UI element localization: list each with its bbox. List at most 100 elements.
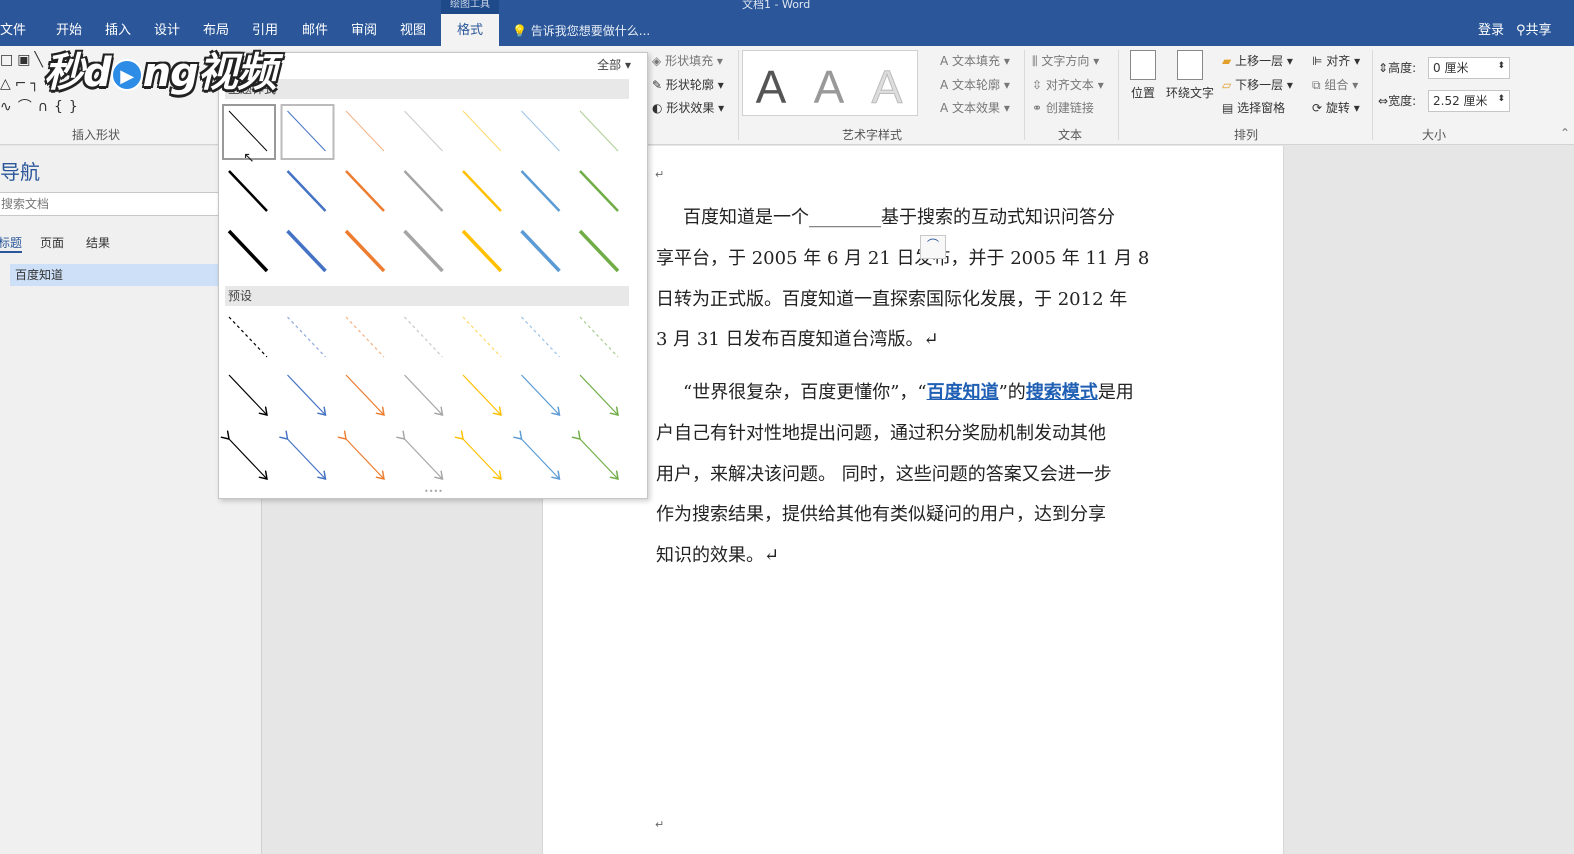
nav-tab-pages[interactable]: 页面 — [40, 234, 64, 251]
tab-file[interactable]: 文件 — [0, 14, 32, 46]
align-button[interactable]: ⊫ 对齐 ▾ — [1312, 52, 1360, 69]
nav-tab-headings[interactable]: 标题 — [0, 234, 23, 253]
tell-me-box[interactable]: 💡 告诉我您想要做什么... — [512, 14, 650, 46]
nav-tab-results[interactable]: 结果 — [86, 234, 110, 251]
nav-heading-item[interactable]: 百度知道 — [10, 264, 220, 286]
paragraph-2[interactable]: “世界很复杂，百度更懂你”，“百度知道”的搜索模式是用 — [656, 373, 1176, 414]
document-page[interactable]: ↵ 百度知道是一个________基于搜索的互动式知识问答分 享平台，于 200… — [542, 146, 1284, 854]
mouse-cursor-icon: ↖ — [243, 150, 255, 166]
width-input[interactable]: 2.52 厘米 ⬍ — [1428, 90, 1510, 112]
height-input[interactable]: 0 厘米 ⬍ — [1428, 57, 1510, 79]
collapse-ribbon-icon[interactable]: ⌃ — [1560, 126, 1570, 140]
paint-bucket-icon: ◈ — [652, 54, 662, 68]
text-direction-button[interactable]: ⫼ 文字方向 ▾ — [1032, 52, 1099, 69]
create-link-button[interactable]: ⚭ 创建链接 — [1032, 99, 1094, 116]
line-style-swatch[interactable] — [345, 110, 385, 152]
line-style-swatch[interactable] — [461, 229, 503, 273]
text-outline-button[interactable]: A 文本轮廓 ▾ — [940, 76, 1010, 93]
line-style-swatch[interactable] — [288, 439, 326, 479]
line-style-swatch[interactable] — [403, 170, 444, 212]
wrap-text-button[interactable]: 环绕文字 — [1164, 50, 1216, 101]
wordart-style-gray[interactable]: A — [803, 59, 855, 115]
wordart-style-dark[interactable]: A — [745, 59, 797, 115]
shape-gallery[interactable]: □▣╲ — [0, 52, 47, 68]
line-style-swatch[interactable] — [286, 229, 327, 273]
line-style-swatch[interactable] — [522, 439, 560, 479]
line-style-swatch[interactable] — [345, 374, 384, 415]
logo-text: ng视频 — [142, 50, 277, 96]
line-style-swatch[interactable] — [521, 374, 560, 415]
line-style-swatch[interactable] — [580, 439, 618, 479]
tab-view[interactable]: 视图 — [394, 14, 432, 46]
line-style-swatch[interactable] — [228, 316, 268, 358]
line-style-swatch[interactable] — [462, 110, 502, 152]
line-style-swatch[interactable] — [227, 229, 269, 273]
spin-arrows-icon[interactable]: ⬍ — [1497, 89, 1505, 109]
rotate-button[interactable]: ⟳ 旋转 ▾ — [1312, 99, 1360, 116]
line-style-swatch[interactable] — [521, 110, 560, 152]
tab-review[interactable]: 审阅 — [345, 14, 383, 46]
paragraph-1[interactable]: 百度知道是一个________基于搜索的互动式知识问答分 — [656, 198, 1176, 239]
text-direction-label: 文字方向 — [1041, 54, 1090, 68]
shape-gallery-row3[interactable]: ∿⌒∩{} — [0, 96, 84, 116]
login-button[interactable]: 登录 — [1478, 14, 1504, 46]
resize-grip-icon[interactable]: •••• — [424, 487, 443, 496]
line-style-swatch[interactable] — [229, 439, 267, 479]
divider — [738, 50, 739, 140]
line-style-swatch[interactable] — [286, 170, 327, 212]
position-button[interactable]: 位置 — [1126, 50, 1160, 101]
line-style-swatch[interactable] — [228, 170, 268, 212]
line-style-swatch[interactable] — [344, 229, 386, 273]
text-fill-button[interactable]: A 文本填充 ▾ — [940, 52, 1010, 69]
line-style-swatch[interactable] — [578, 229, 620, 273]
paragraph-1-cont[interactable]: 享平台，于 2005 年 6 月 21 日发布，并于 2005 年 11 月 8… — [656, 239, 1176, 361]
shape-effects-button[interactable]: ◐ 形状效果 ▾ — [652, 99, 724, 116]
navigation-search-input[interactable]: 搜索文档 — [0, 192, 220, 216]
text-span: ”的 — [998, 382, 1026, 403]
line-style-swatch[interactable] — [463, 439, 501, 479]
layout-options-icon[interactable]: ⌒ — [920, 235, 946, 259]
line-style-swatch[interactable] — [228, 374, 267, 415]
line-style-swatch[interactable] — [287, 374, 326, 415]
text-fill-label: 文本填充 — [952, 54, 1001, 68]
line-style-swatch[interactable] — [287, 316, 326, 358]
selection-pane-button[interactable]: ▤ 选择窗格 — [1222, 99, 1285, 116]
wordart-gallery[interactable]: A A A — [742, 50, 918, 116]
line-style-swatch[interactable] — [404, 374, 443, 415]
line-style-swatch[interactable] — [520, 170, 561, 212]
wordart-style-outline[interactable]: A — [861, 59, 913, 115]
line-style-swatch[interactable] — [579, 110, 619, 152]
context-tab-group-label: 绘图工具 — [441, 0, 499, 14]
hyperlink-baidu-zhidao[interactable]: 百度知道 — [927, 382, 999, 403]
line-style-swatch[interactable] — [403, 229, 444, 273]
text-effects-button[interactable]: A 文本效果 ▾ — [940, 99, 1010, 116]
align-text-button[interactable]: ⇳ 对齐文本 ▾ — [1032, 76, 1104, 93]
tab-format[interactable]: 格式 — [441, 14, 499, 46]
line-style-swatch[interactable] — [345, 170, 385, 212]
line-style-swatch[interactable] — [462, 374, 501, 415]
line-style-swatch[interactable] — [521, 316, 560, 358]
hyperlink-search-mode[interactable]: 搜索模式 — [1026, 382, 1098, 403]
line-style-swatch[interactable] — [462, 316, 502, 358]
line-style-swatch[interactable] — [462, 170, 502, 212]
send-backward-button[interactable]: ▱ 下移一层 ▾ — [1222, 76, 1293, 93]
line-style-swatch[interactable] — [579, 170, 619, 212]
spin-arrows-icon[interactable]: ⬍ — [1497, 56, 1505, 76]
line-style-swatch[interactable] — [404, 110, 443, 152]
group-button[interactable]: ⧉ 组合 ▾ — [1312, 76, 1358, 93]
shape-gallery-row2[interactable]: △⌐┐ — [0, 76, 43, 92]
bring-forward-button[interactable]: ▰ 上移一层 ▾ — [1222, 52, 1293, 69]
shape-outline-button[interactable]: ✎ 形状轮廓 ▾ — [652, 76, 724, 93]
line-style-swatch[interactable] — [346, 439, 384, 479]
share-button[interactable]: ⚲共享 — [1516, 14, 1552, 46]
line-style-swatch[interactable] — [404, 316, 443, 358]
shape-fill-button[interactable]: ◈ 形状填充 ▾ — [652, 52, 723, 69]
line-style-swatch[interactable] — [579, 374, 618, 415]
line-style-swatch[interactable] — [345, 316, 385, 358]
tab-mailings[interactable]: 邮件 — [296, 14, 334, 46]
line-style-swatch[interactable] — [405, 439, 443, 479]
send-backward-icon: ▱ — [1222, 78, 1232, 92]
paragraph-2-cont[interactable]: 户自己有针对性地提出问题，通过积分奖励机制发动其他 用户，来解决该问题。 同时，… — [656, 414, 1176, 576]
line-style-swatch[interactable] — [579, 316, 619, 358]
line-style-swatch[interactable] — [520, 229, 561, 273]
